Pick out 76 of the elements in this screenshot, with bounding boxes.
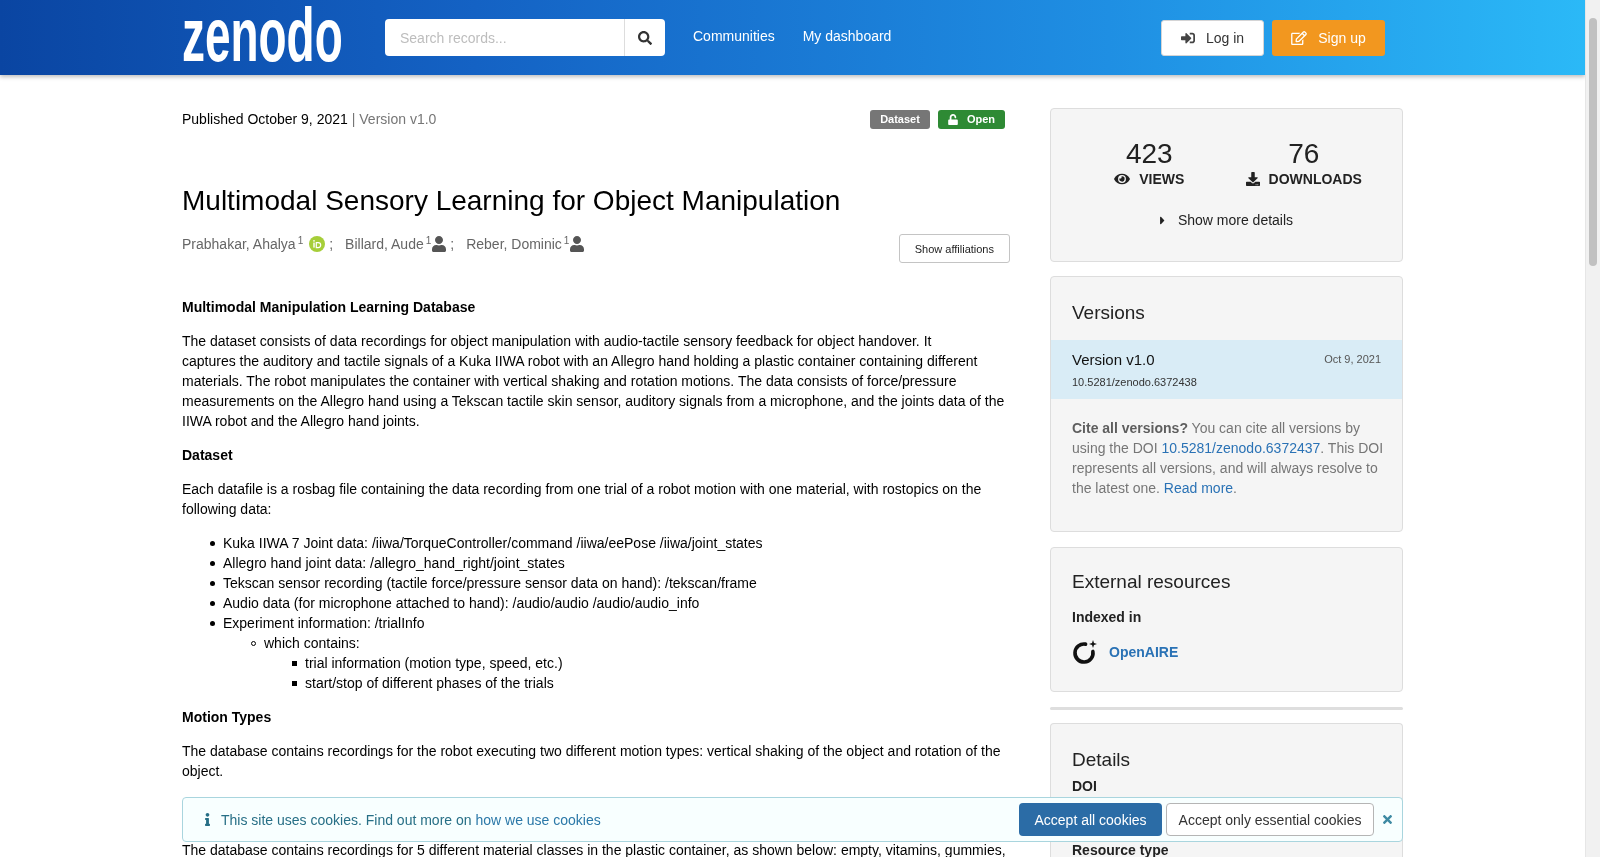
search-button[interactable] bbox=[624, 19, 665, 56]
section-heading: Dataset bbox=[182, 446, 234, 465]
bullet-icon bbox=[210, 580, 215, 586]
field-label: Resource type bbox=[1072, 843, 1170, 857]
show-affiliations-button[interactable]: Show affiliations bbox=[898, 234, 1010, 263]
list-item: Audio data (for microphone attached to hand): /audio/audio /audio/audio_info bbox=[223, 594, 700, 613]
field-label: DOI bbox=[1072, 777, 1098, 796]
list-item: which contains: bbox=[264, 634, 360, 653]
eye-icon bbox=[1114, 172, 1131, 186]
section-heading: Motion Types bbox=[182, 708, 273, 727]
description-paragraph: Each datafile is a rosbag file containing the data recording from one trial of a robot motion with one material, with rostopics on the following data: bbox=[182, 480, 983, 519]
type-badge: Dataset bbox=[870, 109, 930, 129]
list-item: trial information (motion type, speed, etc.) bbox=[305, 654, 563, 673]
list-item: Tekscan sensor recording (tactile force/pressure sensor data on hand): /tekscan/frame bbox=[223, 574, 757, 593]
separator: ; bbox=[329, 235, 334, 254]
show-details-toggle[interactable]: Show more details bbox=[1159, 210, 1294, 230]
user-icon bbox=[432, 236, 447, 252]
resource-link[interactable]: OpenAIRE bbox=[1109, 644, 1179, 660]
description-paragraph: The database contains recordings for the robot executing two different motion types: vertical shaking of the object and rotation of the object. bbox=[182, 742, 1002, 781]
stat-value: 423 bbox=[1125, 140, 1173, 168]
stat-label: VIEWS bbox=[1139, 170, 1185, 189]
doi-link[interactable]: 10.5281/zenodo.6372437 bbox=[1161, 440, 1321, 456]
cite-note: Cite all versions? You can cite all versions by using the DOI 10.5281/zenodo.6372437. This DOI represents all versions, and will always resolve to the latest one. Read more. bbox=[1072, 419, 1385, 498]
nav-link[interactable]: Communities bbox=[693, 26, 775, 46]
sign-in-icon bbox=[1180, 30, 1195, 45]
access-label: Open bbox=[966, 111, 995, 127]
square-bullet-icon bbox=[292, 660, 297, 666]
record-title: Multimodal Sensory Learning for Object Manipulation bbox=[182, 184, 842, 218]
stat-label: DOWNLOADS bbox=[1268, 170, 1362, 189]
indexed-in-label: Indexed in bbox=[1072, 608, 1143, 627]
search-field[interactable]: Search records... bbox=[385, 19, 624, 56]
edit-icon bbox=[1291, 30, 1308, 45]
unlock-icon bbox=[947, 113, 958, 125]
list-item: Experiment information: /trialInfo bbox=[223, 614, 425, 633]
published-date: Published October 9, 2021 bbox=[182, 110, 348, 129]
version-label: | Version v1.0 bbox=[351, 110, 437, 129]
card-title: External resources bbox=[1072, 570, 1232, 594]
creator-link[interactable]: Billard, Aude$^{1}$ bbox=[345, 234, 432, 254]
bullet-icon bbox=[210, 620, 215, 626]
version-doi: 10.5281/zenodo.6372438 bbox=[1072, 375, 1198, 389]
separator: ; bbox=[450, 235, 455, 254]
section-heading: Multimodal Manipulation Learning Database bbox=[182, 298, 477, 317]
bullet-icon bbox=[210, 540, 215, 546]
list-item: Allegro hand joint data: /allegro_hand_right/joint_states bbox=[223, 554, 565, 573]
scrollbar-thumb[interactable] bbox=[1589, 18, 1597, 266]
card-title: Versions bbox=[1071, 301, 1146, 325]
cookie-policy-link[interactable]: how we use cookies bbox=[475, 811, 601, 828]
description-paragraph: The database contains recordings for 5 different material classes in the plastic container, as shown below: empty, vitamins, gummies, bbox=[182, 843, 1007, 857]
close-icon[interactable] bbox=[1383, 813, 1392, 826]
card-title: Details bbox=[1072, 748, 1132, 772]
id-circle-icon[interactable] bbox=[309, 236, 326, 252]
read-more-link[interactable]: Read more bbox=[1163, 480, 1234, 496]
cookie-message: This site uses cookies. Find out more on how we use cookies bbox=[221, 811, 601, 828]
accept-all-button[interactable]: Accept all cookies bbox=[1019, 803, 1162, 836]
description-paragraph: The dataset consists of data recordings for object manipulation with audio-tactile sensory feedback for object handover. It captures the auditory and tactile signals of a Kuka IIWA robot with an Allegro hand holding a plastic container containing different materials. The robot manipulates the container with vertical shaking and rotation motions. The data consists of force/pressure measurements on the Allegro hand using a Tekscan tactile skin sensor, auditory signals from a microphone, and the joints data of the IIWA robot and the Allegro hand joints. bbox=[182, 332, 1006, 431]
download-icon bbox=[1245, 172, 1260, 186]
info-icon bbox=[205, 813, 210, 826]
accept-essential-button[interactable]: Accept only essential cookies bbox=[1166, 803, 1374, 836]
list-item: start/stop of different phases of the trials bbox=[305, 674, 554, 693]
ring-sparkle-icon bbox=[1072, 639, 1098, 665]
creator-link[interactable]: Reber, Dominic$^{1}$ bbox=[466, 234, 570, 254]
square-bullet-icon bbox=[292, 680, 297, 686]
logo[interactable]: zenodo bbox=[182, 2, 343, 67]
version-item[interactable]: Version v1.0 Oct 9, 2021 10.5281/zenodo.6372438 bbox=[1051, 340, 1402, 399]
scrollbar[interactable] bbox=[1585, 0, 1600, 857]
version-label: Version v1.0 bbox=[1072, 350, 1155, 368]
list-item: Kuka IIWA 7 Joint data: /iiwa/TorqueController/command /iiwa/eePose /iiwa/joint_states bbox=[223, 534, 763, 553]
search-icon bbox=[638, 30, 652, 45]
version-date: Oct 9, 2021 bbox=[1324, 353, 1381, 365]
bullet-icon bbox=[210, 560, 215, 566]
stat-value: 76 bbox=[1288, 140, 1320, 168]
nav-link[interactable]: My dashboard bbox=[802, 26, 892, 46]
bullet-icon bbox=[210, 600, 215, 606]
login-button[interactable]: Log in bbox=[1161, 19, 1264, 56]
user-icon bbox=[570, 236, 585, 252]
creator-link[interactable]: Prabhakar, Ahalya$^{1}$ bbox=[182, 234, 304, 254]
